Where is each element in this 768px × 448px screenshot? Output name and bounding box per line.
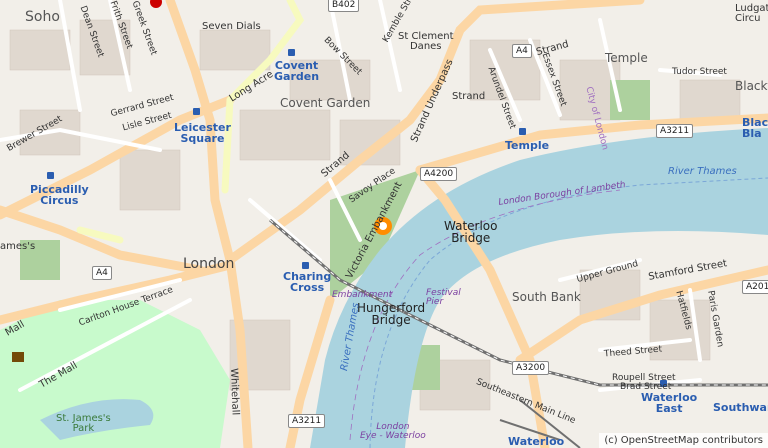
label-london: London <box>183 256 235 272</box>
road-shield-a4-strand: A4 <box>512 44 532 58</box>
label-brad-street: Brad Street <box>620 382 672 392</box>
road-shield-a3200: A3200 <box>512 361 550 375</box>
map-canvas[interactable]: Soho Seven Dials Covent Garden Covent Ga… <box>0 0 768 448</box>
label-southwark[interactable]: Southwark <box>713 402 768 413</box>
label-waterloo-east[interactable]: Waterloo East <box>641 392 697 414</box>
label-tudor-street: Tudor Street <box>672 67 727 77</box>
label-embankment[interactable]: Embankment <box>332 291 392 300</box>
road-shield-b402: B402 <box>328 0 360 12</box>
map-attribution[interactable]: (c) OpenStreetMap contributors <box>599 433 768 448</box>
label-strand-mid: Strand <box>452 91 486 102</box>
label-waterloo-bridge: Waterloo Bridge <box>444 219 498 245</box>
label-piccadilly-circus[interactable]: Piccadilly Circus <box>30 184 89 206</box>
station-marker-piccadilly[interactable] <box>47 172 54 179</box>
label-blackfriars: Blackf <box>735 79 768 93</box>
label-covent-garden-area: Covent Garden <box>280 96 371 110</box>
label-ludgate-circus: Ludgat Circu <box>735 3 768 24</box>
castle-icon <box>12 352 24 362</box>
road-shield-a4-west: A4 <box>92 266 112 280</box>
label-covent-garden-station[interactable]: Covent Garden <box>274 60 319 82</box>
road-shield-a4200: A4200 <box>420 167 458 181</box>
label-soho: Soho <box>25 9 60 25</box>
label-river-thames-east: River Thames <box>668 166 737 177</box>
label-whitehall: Whitehall <box>228 367 241 416</box>
label-south-bank: South Bank <box>512 290 581 304</box>
label-blackfriars-station[interactable]: Blac Bla <box>742 117 768 139</box>
label-st-jamess-park: St. James's Park <box>56 413 111 434</box>
label-festival-pier[interactable]: Festival Pier <box>426 289 461 307</box>
label-seven-dials: Seven Dials <box>202 21 261 32</box>
label-temple-station[interactable]: Temple <box>505 140 549 151</box>
road-shield-a3211-south: A3211 <box>288 414 326 428</box>
label-leicester-square[interactable]: Leicester Square <box>174 122 231 144</box>
label-london-eye-waterloo[interactable]: London Eye - Waterloo <box>360 423 426 441</box>
label-hungerford-bridge: Hungerford Bridge <box>357 301 426 327</box>
station-marker-covent-garden[interactable] <box>288 49 295 56</box>
label-charing-cross[interactable]: Charing Cross <box>283 271 331 293</box>
label-st-clement-danes: St Clement Danes <box>398 31 454 52</box>
label-james-s: ames's <box>0 241 36 252</box>
road-shield-a201: A201 <box>742 280 768 294</box>
station-marker-charing-cross[interactable] <box>302 262 309 269</box>
label-temple-area: Temple <box>605 51 648 65</box>
road-shield-a3211-east: A3211 <box>656 124 694 138</box>
station-marker-leicester-square[interactable] <box>193 108 200 115</box>
label-waterloo[interactable]: Waterloo <box>508 436 564 447</box>
station-marker-temple[interactable] <box>519 128 526 135</box>
